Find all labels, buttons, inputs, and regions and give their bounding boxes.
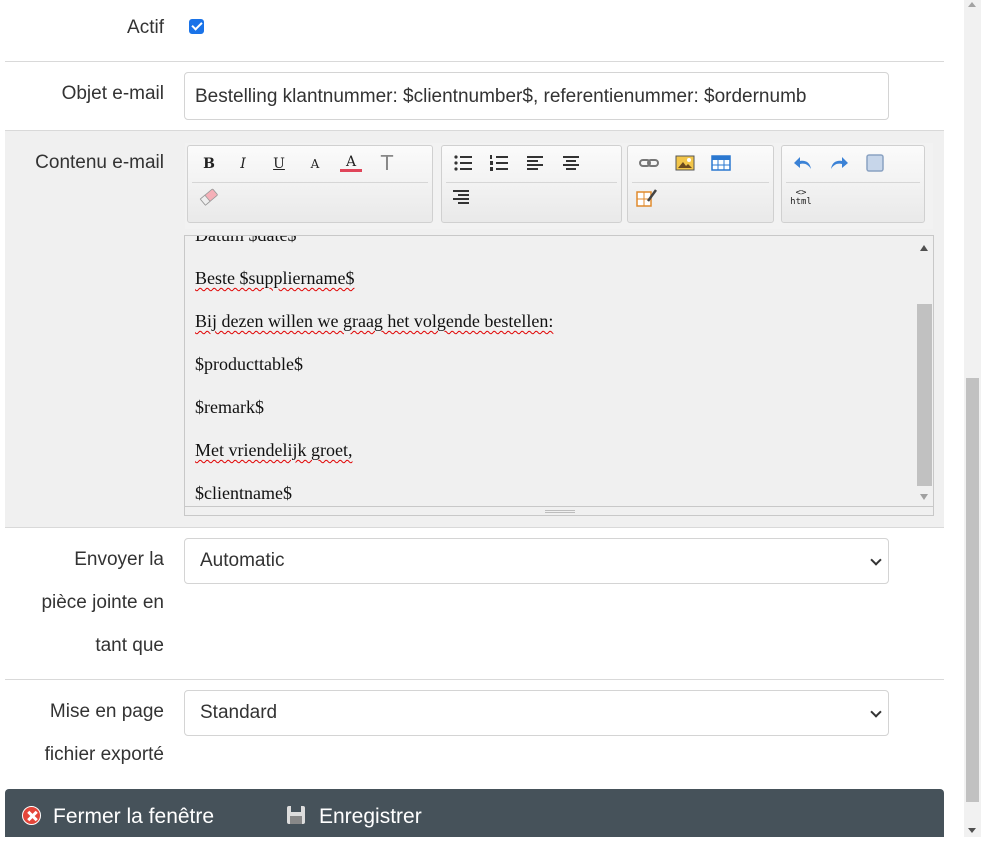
align-right-icon[interactable] — [450, 187, 472, 209]
font-color-icon[interactable]: A — [340, 152, 362, 172]
numbered-list-icon[interactable] — [488, 153, 510, 175]
attachment-label-line2: pièce jointe en — [41, 592, 164, 613]
content-line-greeting: Beste $suppliername$ — [195, 267, 910, 289]
bullet-list-icon[interactable] — [452, 153, 474, 175]
table-icon[interactable] — [710, 153, 732, 175]
editor-scrollbar[interactable] — [916, 236, 933, 506]
attachment-label-line3: tant que — [95, 635, 164, 656]
remark-text: $remark$ — [195, 397, 264, 417]
content-line-text: Datum $date$ — [195, 235, 297, 245]
editor-scroll-thumb[interactable] — [917, 304, 932, 486]
content-label: Contenu e-mail — [35, 152, 164, 173]
content-line-clientname: $clientname$ — [195, 482, 910, 504]
chevron-down-icon — [870, 706, 882, 718]
greeting-text: Beste $suppliername$ — [195, 268, 355, 288]
select-all-icon[interactable] — [864, 153, 886, 175]
active-checkbox[interactable] — [189, 19, 204, 34]
resize-grip-icon — [545, 510, 575, 513]
redo-icon[interactable] — [828, 153, 850, 175]
editor-toolbar: B I U A A T <> html — [185, 143, 933, 229]
image-icon[interactable] — [674, 153, 696, 175]
export-layout-label-line1: Mise en page — [49, 701, 164, 722]
export-layout-selected-value: Standard — [200, 702, 278, 723]
toolbar-group-insert — [627, 145, 774, 223]
link-icon[interactable] — [638, 153, 660, 175]
export-layout-label-line2: fichier exporté — [44, 744, 164, 765]
active-label: Actif — [127, 17, 164, 38]
page-scroll-thumb[interactable] — [966, 378, 979, 802]
clientname-text: $clientname$ — [195, 483, 292, 503]
subject-label: Objet e-mail — [61, 83, 164, 104]
edit-table-icon[interactable] — [636, 187, 658, 209]
content-line-closing: Met vriendelijk groet, — [195, 439, 910, 461]
attachment-row: Envoyer la pièce jointe en tant que Auto… — [5, 527, 944, 679]
toolbar-group-format: B I U A A T — [187, 145, 433, 223]
email-settings-form: Actif Objet e-mail Bestelling klantnumme… — [5, 0, 944, 837]
italic-icon[interactable]: I — [232, 153, 254, 175]
content-line-intro: Bij dezen willen we graag het volgende b… — [195, 310, 910, 332]
intro-text: Bij dezen willen we graag het volgende b… — [195, 311, 554, 331]
attachment-selected-value: Automatic — [200, 550, 285, 571]
content-row: Contenu e-mail B I U A A T <> html Datum… — [5, 130, 944, 527]
content-line-date: Datum $date$ — [195, 235, 910, 246]
toolbar-group-history: <> html — [781, 145, 925, 223]
producttable-text: $producttable$ — [195, 354, 303, 374]
subject-input[interactable]: Bestelling klantnummer: $clientnumber$, … — [184, 72, 889, 120]
export-layout-row: Mise en page fichier exporté Standard — [5, 679, 944, 789]
font-icon[interactable]: A — [304, 153, 326, 175]
closing-text: Met vriendelijk groet, — [195, 440, 353, 460]
close-icon — [22, 806, 41, 825]
email-content-editor[interactable]: Datum $date$ Beste $suppliername$ Bij de… — [184, 235, 934, 507]
eraser-icon[interactable] — [198, 187, 220, 209]
editor-resize-handle[interactable] — [184, 507, 934, 516]
html-source-icon[interactable]: <> html — [790, 187, 812, 209]
scroll-up-arrow-icon[interactable] — [920, 245, 928, 251]
html-label: html — [790, 197, 812, 207]
underline-icon[interactable]: U — [268, 153, 290, 175]
bold-icon[interactable]: B — [198, 153, 220, 175]
footer-bar: Fermer la fenêtre Enregistrer — [5, 789, 944, 837]
content-line-producttable: $producttable$ — [195, 353, 910, 375]
page-scrollbar[interactable] — [964, 0, 981, 837]
page-scroll-down-icon[interactable] — [968, 828, 976, 833]
attachment-select[interactable]: Automatic — [184, 538, 889, 584]
toolbar-group-lists — [441, 145, 622, 223]
editor-content[interactable]: Datum $date$ Beste $suppliername$ Bij de… — [195, 235, 910, 506]
subject-row: Objet e-mail Bestelling klantnummer: $cl… — [5, 61, 944, 130]
content-line-remark: $remark$ — [195, 396, 910, 418]
chevron-down-icon — [870, 554, 882, 566]
close-window-label: Fermer la fenêtre — [53, 805, 215, 828]
save-label: Enregistrer — [319, 805, 422, 828]
export-layout-select[interactable]: Standard — [184, 690, 889, 736]
save-icon — [287, 806, 305, 824]
scroll-down-arrow-icon[interactable] — [920, 494, 928, 500]
text-style-icon[interactable]: T — [376, 152, 398, 174]
align-left-icon[interactable] — [524, 153, 546, 175]
align-center-icon[interactable] — [560, 153, 582, 175]
undo-icon[interactable] — [792, 153, 814, 175]
active-row: Actif — [5, 0, 944, 61]
page-scroll-up-icon[interactable] — [968, 2, 976, 7]
attachment-label-line1: Envoyer la — [74, 549, 164, 570]
